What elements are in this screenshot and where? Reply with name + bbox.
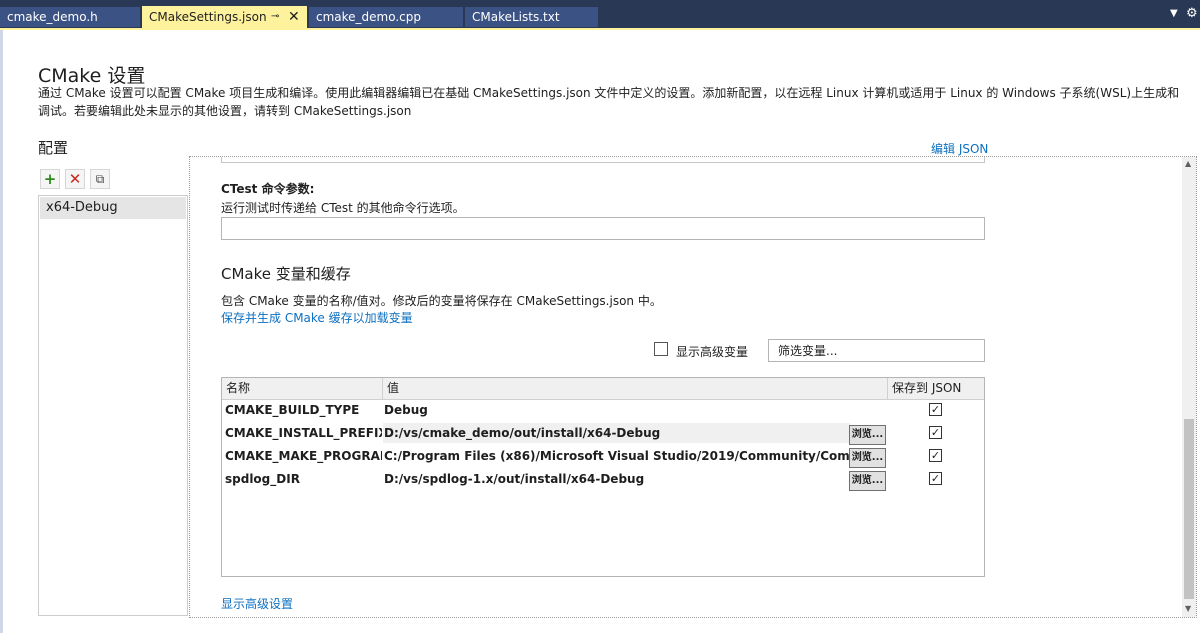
save-and-generate-cache-link[interactable]: 保存并生成 CMake 缓存以加载变量 <box>221 309 413 326</box>
previous-field-edge <box>221 157 985 163</box>
tab-label: CMakeLists.txt <box>472 10 560 24</box>
settings-panel: CTest 命令参数: 运行测试时传递给 CTest 的其他命令行选项。 CMa… <box>189 156 1197 618</box>
save-to-json-checkbox[interactable]: ✓ <box>929 426 942 439</box>
variable-value[interactable]: C:/Program Files (x86)/Microsoft Visual … <box>383 446 850 466</box>
editor-left-edge <box>0 30 3 633</box>
save-to-json-checkbox[interactable]: ✓ <box>929 472 942 485</box>
show-advanced-settings-link[interactable]: 显示高级设置 <box>221 595 293 612</box>
scrollbar-thumb[interactable] <box>1184 419 1194 599</box>
column-header-value[interactable]: 值 <box>383 378 888 399</box>
scroll-up-arrow-icon[interactable]: ▲ <box>1185 159 1191 168</box>
tab-label: cmake_demo.h <box>7 10 98 24</box>
table-row: CMAKE_BUILD_TYPE Debug ✓ <box>222 399 984 422</box>
delete-configuration-button[interactable]: ✕ <box>65 169 85 189</box>
configuration-list: x64-Debug <box>38 195 188 616</box>
active-tab-accent-bar <box>0 28 1200 30</box>
vertical-scrollbar[interactable]: ▲ ▼ <box>1182 157 1196 617</box>
variable-value[interactable]: Debug <box>383 400 850 420</box>
configurations-label: 配置 <box>38 139 69 157</box>
add-configuration-button[interactable]: + <box>40 169 60 189</box>
scroll-down-arrow-icon[interactable]: ▼ <box>1185 604 1191 613</box>
grid-header: 名称 值 保存到 JSON <box>222 378 984 400</box>
browse-button[interactable]: 浏览... <box>849 425 886 445</box>
tab-cmake-demo-h[interactable]: cmake_demo.h <box>0 7 140 27</box>
gear-icon[interactable]: ⚙ <box>1186 6 1198 21</box>
cmake-cache-section-title: CMake 变量和缓存 <box>221 265 351 283</box>
browse-button[interactable]: 浏览... <box>849 448 886 468</box>
table-row: CMAKE_MAKE_PROGRAM C:/Program Files (x86… <box>222 445 984 468</box>
ctest-args-input[interactable] <box>221 217 985 240</box>
cmake-cache-description: 包含 CMake 变量的名称/值对。修改后的变量将保存在 CMakeSettin… <box>221 294 662 308</box>
variable-name: CMAKE_BUILD_TYPE <box>225 403 360 417</box>
table-row: CMAKE_INSTALL_PREFIX D:/vs/cmake_demo/ou… <box>222 422 984 445</box>
table-row: spdlog_DIR D:/vs/spdlog-1.x/out/install/… <box>222 468 984 491</box>
variable-name: CMAKE_INSTALL_PREFIX <box>225 426 382 440</box>
ctest-args-label: CTest 命令参数: <box>221 182 315 196</box>
variable-name: CMAKE_MAKE_PROGRAM <box>225 449 382 463</box>
show-advanced-variables-label: 显示高级变量 <box>676 345 749 359</box>
column-header-save-to-json[interactable]: 保存到 JSON <box>888 378 984 399</box>
filter-variables-input[interactable] <box>768 339 985 362</box>
edit-json-link[interactable]: 编辑 JSON <box>931 140 988 157</box>
tab-label: CMakeSettings.json <box>149 10 267 24</box>
variable-value[interactable]: D:/vs/cmake_demo/out/install/x64-Debug <box>383 423 850 443</box>
document-tab-strip: cmake_demo.h CMakeSettings.json ⊸ ✕ cmak… <box>0 0 1200 28</box>
plus-icon: + <box>43 170 57 188</box>
tab-cmake-demo-cpp[interactable]: cmake_demo.cpp <box>309 7 463 27</box>
variable-name: spdlog_DIR <box>225 472 300 486</box>
save-to-json-checkbox[interactable]: ✓ <box>929 449 942 462</box>
configuration-item-x64-debug[interactable]: x64-Debug <box>40 197 186 219</box>
tab-cmake-settings-json[interactable]: CMakeSettings.json ⊸ ✕ <box>142 6 307 28</box>
tab-overflow-icon[interactable]: ▼ <box>1170 8 1178 19</box>
browse-button[interactable]: 浏览... <box>849 471 886 491</box>
delete-x-icon: ✕ <box>68 170 82 188</box>
column-header-name[interactable]: 名称 <box>222 378 383 399</box>
pin-icon[interactable]: ⊸ <box>271 6 279 28</box>
show-advanced-variables-checkbox[interactable] <box>654 342 668 356</box>
ctest-args-description: 运行测试时传递给 CTest 的其他命令行选项。 <box>221 201 465 215</box>
variable-value[interactable]: D:/vs/spdlog-1.x/out/install/x64-Debug <box>383 469 850 489</box>
close-icon[interactable]: ✕ <box>288 6 300 28</box>
page-description: 通过 CMake 设置可以配置 CMake 项目生成和编译。使用此编辑器编辑已在… <box>38 86 1180 118</box>
tab-label: cmake_demo.cpp <box>316 10 422 24</box>
save-to-json-checkbox[interactable]: ✓ <box>929 403 942 416</box>
cmake-variables-grid: 名称 值 保存到 JSON CMAKE_BUILD_TYPE Debug ✓ C… <box>221 377 985 577</box>
copy-icon: ⧉ <box>95 172 105 186</box>
tab-cmakelists-txt[interactable]: CMakeLists.txt <box>465 7 598 27</box>
copy-configuration-button[interactable]: ⧉ <box>90 169 110 189</box>
